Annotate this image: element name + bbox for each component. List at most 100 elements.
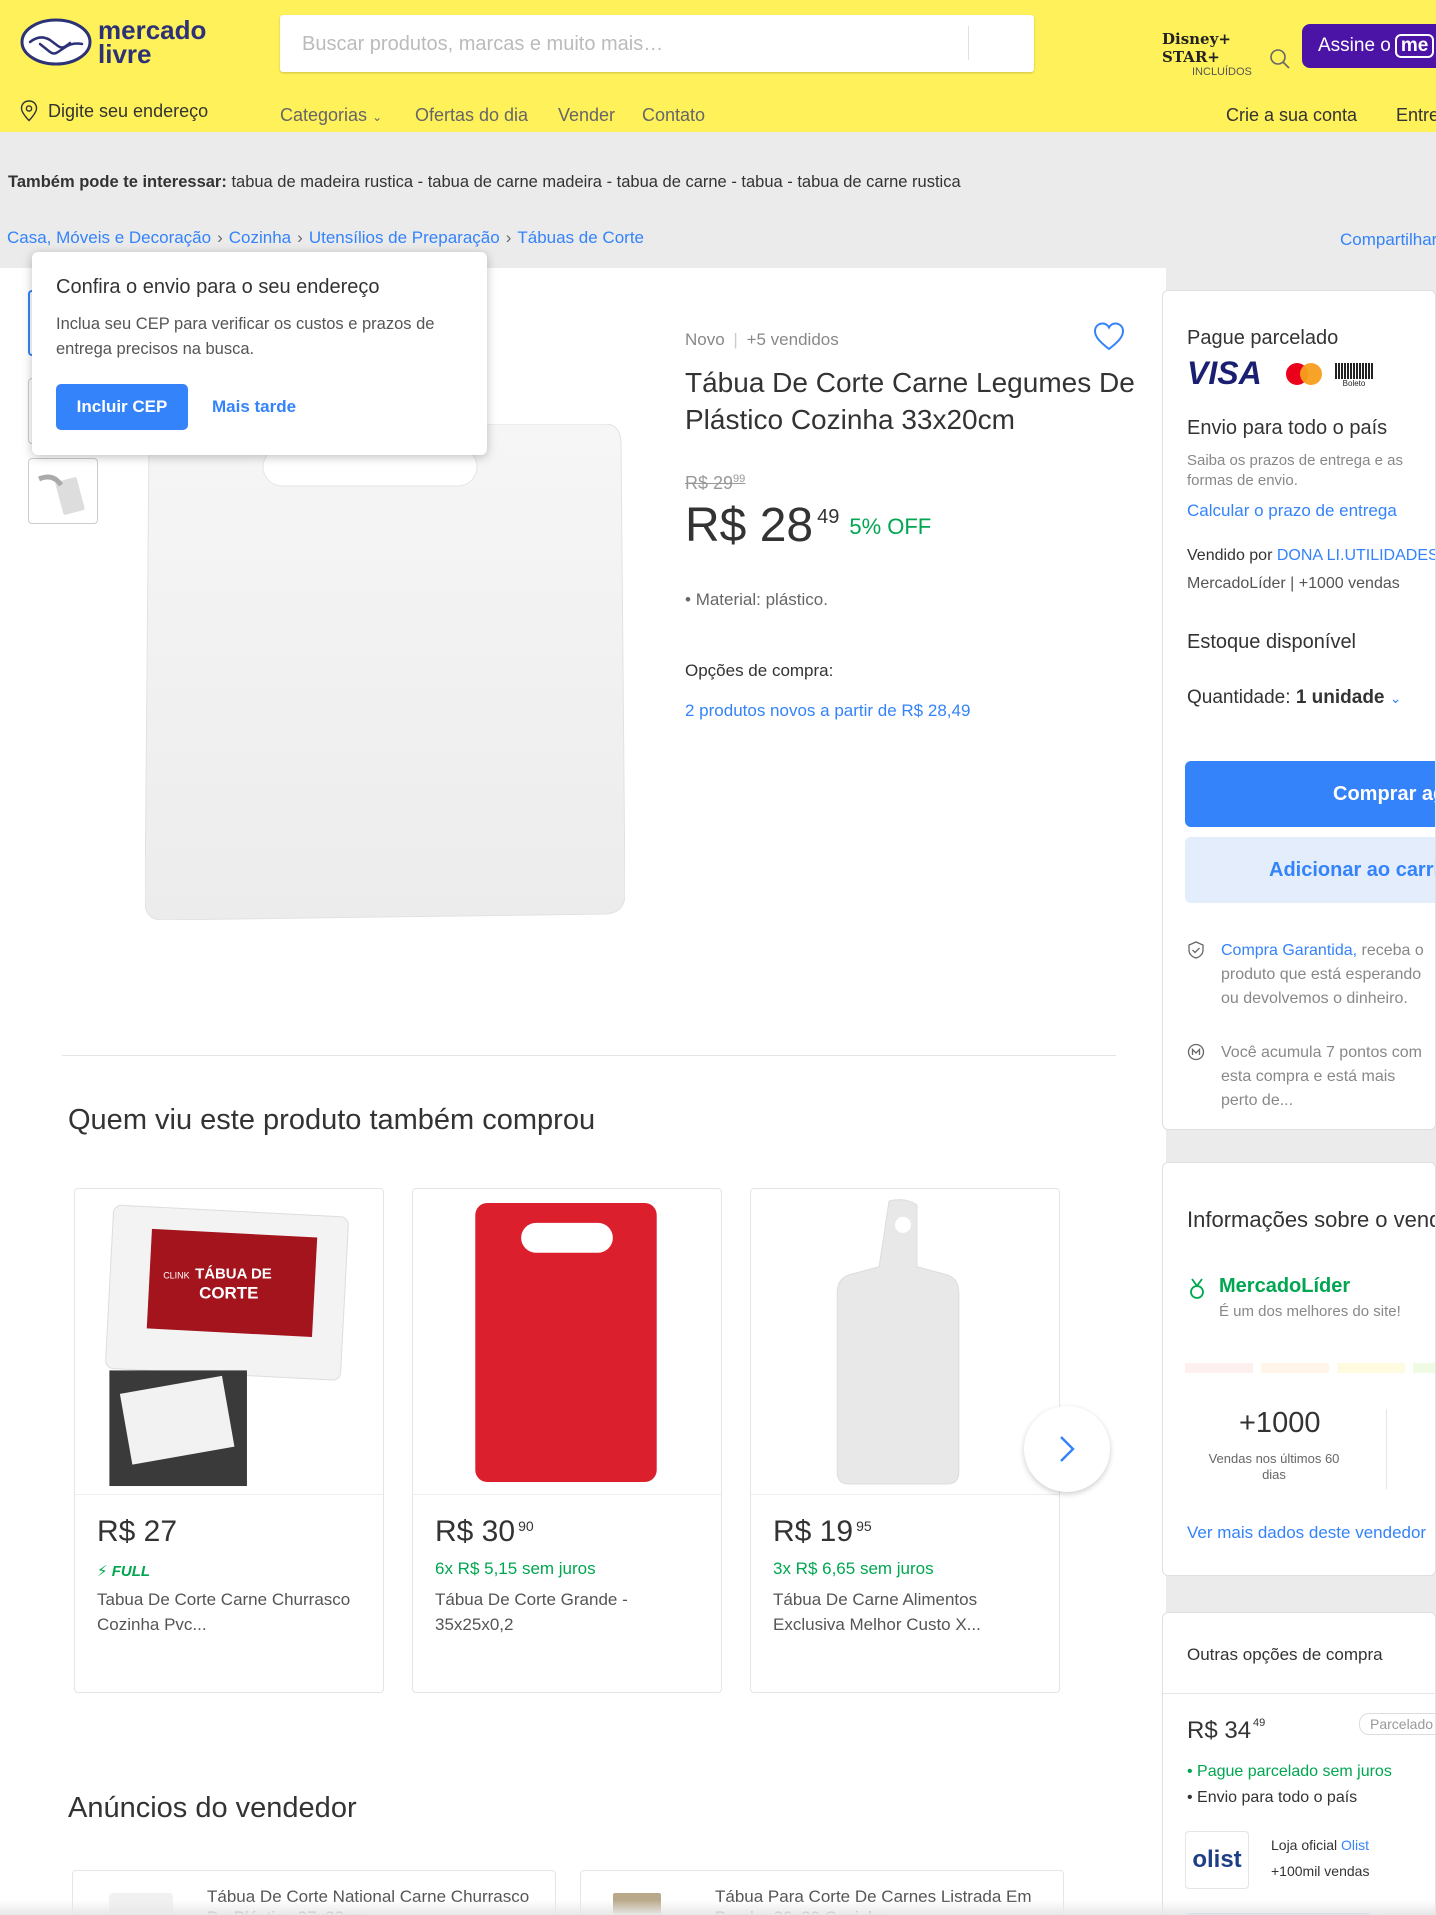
boleto-icon: Boleto <box>1335 363 1373 393</box>
also-bought-title: Quem viu este produto também comprou <box>68 1104 596 1136</box>
seller-link[interactable]: DONA LI.UTILIDADES <box>1277 547 1435 564</box>
official-store-link[interactable]: Olist <box>1341 1837 1369 1853</box>
nav-vender[interactable]: Vender <box>558 105 615 126</box>
bullet-shipping: • Envio para todo o país <box>1187 1789 1358 1806</box>
buy-now-button[interactable]: Comprar agora <box>1185 761 1435 827</box>
points-icon <box>1187 1043 1205 1061</box>
breadcrumb-sep: › <box>217 228 223 247</box>
card-price-cents: 95 <box>856 1518 872 1534</box>
condition-label: Novo <box>685 330 725 349</box>
material-text: Material: plástico. <box>695 590 828 609</box>
product-card-image <box>413 1202 721 1495</box>
mercado-livre-logo[interactable]: mercado livre <box>20 16 210 72</box>
more-seller-data-link[interactable]: Ver mais dados deste vendedor <box>1187 1523 1426 1543</box>
calculate-shipping-link[interactable]: Calcular o prazo de entrega <box>1187 501 1397 521</box>
create-account-link[interactable]: Crie a sua conta <box>1226 105 1357 126</box>
related-searches: Também pode te interessar: tabua de made… <box>8 173 961 192</box>
logo-line2: livre <box>98 39 152 69</box>
favorite-heart-icon[interactable] <box>1092 320 1126 354</box>
related-items[interactable]: tabua de madeira rustica - tabua de carn… <box>231 173 960 191</box>
seller-info-title: Informações sobre o vendedor <box>1187 1207 1435 1232</box>
mercadolider-label: MercadoLíder <box>1219 1275 1351 1297</box>
quantity-selector[interactable]: Quantidade: 1 unidade ⌄ <box>1187 687 1402 709</box>
assine-pill: me <box>1394 34 1435 58</box>
breadcrumb-item[interactable]: Utensílios de Preparação <box>309 228 500 247</box>
sales-count: +1000 <box>1239 1407 1321 1439</box>
current-price: R$ 28 49 5% OFF <box>685 498 931 553</box>
bullet-shipping-text: Envio para todo o país <box>1197 1789 1358 1806</box>
search-input[interactable] <box>302 29 982 59</box>
reputation-level-2 <box>1261 1363 1329 1373</box>
breadcrumb: Casa, Móveis e Decoração › Cozinha › Utensíl… <box>7 228 644 248</box>
tooltip-body: Inclua seu CEP para verificar os custos … <box>56 315 435 358</box>
reputation-level-4 <box>1413 1363 1435 1373</box>
card1-brand: CLINK <box>163 1271 189 1281</box>
reputation-thermometer <box>1185 1363 1435 1373</box>
breadcrumb-item[interactable]: Casa, Móveis e Decoração <box>7 228 211 247</box>
guarantee-text: Compra Garantida, receba o produto que e… <box>1221 939 1431 1011</box>
card-price: R$ 19 95 <box>773 1515 872 1549</box>
product-card-image <box>751 1199 1059 1495</box>
search-box <box>280 15 1290 72</box>
shield-check-icon <box>1188 941 1204 959</box>
later-button[interactable]: Mais tarde <box>212 397 296 417</box>
official-store: Loja oficial Olist <box>1271 1837 1369 1853</box>
card-price-value: R$ 27 <box>97 1515 178 1548</box>
login-link[interactable]: Entre <box>1396 105 1436 126</box>
bottom-fade <box>0 1900 1436 1915</box>
disney-star-promo[interactable]: Disney+ STAR+ INCLUÍDOS <box>1162 30 1292 78</box>
carousel-next-button[interactable] <box>1024 1406 1110 1492</box>
sold-count: +5 vendidos <box>746 330 839 349</box>
other-price-cents: 49 <box>1253 1717 1266 1729</box>
breadcrumb-item[interactable]: Tábuas de Corte <box>517 228 644 247</box>
header: mercadolivre Disney+ STAR+ INCLUÍDOS Ass… <box>0 0 1436 132</box>
installments-label: Pague parcelado <box>1187 327 1339 349</box>
card-price: R$ 27 <box>97 1515 180 1549</box>
breadcrumb-sep: › <box>297 228 303 247</box>
buy-options-label: Opções de compra: <box>685 661 834 680</box>
buy-options-link[interactable]: 2 produtos novos a partir de R$ 28,49 <box>685 701 970 721</box>
assine-button[interactable]: Assine o me <box>1302 24 1436 68</box>
olist-logo: olist <box>1185 1831 1249 1889</box>
thumbnail-3[interactable] <box>28 458 98 524</box>
breadcrumb-item[interactable]: Cozinha <box>229 228 291 247</box>
stat-divider <box>1386 1409 1387 1489</box>
other-options-box: Outras opções de compra R$ 34 49 Parcelad… <box>1162 1612 1436 1915</box>
other-price-value: R$ 34 <box>1187 1717 1252 1744</box>
seller-ads-title: Anúncios do vendedor <box>68 1792 357 1824</box>
condition-divider: | <box>733 330 738 349</box>
stock-label: Estoque disponível <box>1187 631 1357 653</box>
product-card[interactable]: R$ 30 90 6x R$ 5,15 sem juros Tábua De Co… <box>412 1188 722 1693</box>
location-pin-icon <box>20 100 38 122</box>
card-price-value: R$ 19 <box>773 1515 854 1548</box>
nav-ofertas[interactable]: Ofertas do dia <box>415 105 528 126</box>
medal-icon <box>1190 1278 1204 1299</box>
full-badge: ⚡ FULL <box>97 1563 151 1580</box>
card1-img-text2: CORTE <box>199 1284 258 1303</box>
chevron-right-icon <box>1060 1436 1075 1462</box>
chevron-down-icon: ⌄ <box>1389 690 1402 706</box>
include-cep-button[interactable]: Incluir CEP <box>56 384 188 430</box>
add-to-cart-button[interactable]: Adicionar ao carrinho <box>1185 837 1435 903</box>
price-value: R$ 28 <box>685 499 814 552</box>
product-main-image[interactable] <box>145 424 625 920</box>
nav-contato[interactable]: Contato <box>642 105 705 126</box>
reputation-level-1 <box>1185 1363 1253 1373</box>
old-price-cents: 99 <box>733 473 746 485</box>
card-name: Tabua De Corte Carne Churrasco Cozinha P… <box>97 1590 351 1634</box>
guarantee-link[interactable]: Compra Garantida, <box>1221 942 1357 959</box>
product-title: Tábua De Corte Carne Legumes De Plástico… <box>685 367 1135 435</box>
address-selector[interactable]: Digite seu endereço <box>20 100 208 122</box>
sales-label: Vendas nos últimos 60 dias <box>1208 1451 1340 1482</box>
price-cents: 49 <box>817 506 840 528</box>
reputation-level-3 <box>1337 1363 1405 1373</box>
sold-by: Vendido por DONA LI.UTILIDADES <box>1187 547 1435 565</box>
nav-categorias[interactable]: Categorias ⌄ <box>280 105 382 126</box>
product-card[interactable]: TÁBUA DE CORTE CLINK R$ 27 ⚡ FULL Tabua … <box>74 1188 384 1693</box>
mercadolider-sub: É um dos melhores do site! <box>1219 1303 1401 1320</box>
share-link[interactable]: Compartilhar <box>1340 230 1436 250</box>
card-installments: 3x R$ 6,65 sem juros <box>773 1559 934 1578</box>
product-card[interactable]: R$ 19 95 3x R$ 6,65 sem juros Tábua De Ca… <box>750 1188 1060 1693</box>
official-store-label: Loja oficial <box>1271 1837 1338 1853</box>
quantity-value: 1 unidade <box>1295 687 1385 708</box>
